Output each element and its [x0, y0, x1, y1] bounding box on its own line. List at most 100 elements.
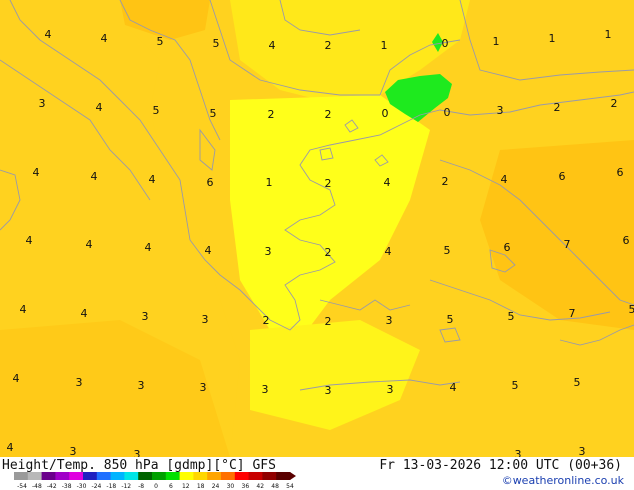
map-value-label: 3 [138, 379, 145, 392]
color-scale-swatch [41, 472, 56, 480]
map-value-label: 4 [86, 238, 93, 251]
map-value-label: 1 [605, 28, 612, 41]
map-value-label: 2 [442, 175, 449, 188]
color-scale-swatch [193, 472, 208, 480]
color-scale-swatch [207, 472, 222, 480]
map-value-label: 4 [205, 244, 212, 257]
map-value-label: 5 [210, 107, 217, 120]
map-value-label: 4 [145, 241, 152, 254]
map-value-label: 2 [268, 108, 275, 121]
map-value-label: 2 [325, 39, 332, 52]
map-value-label: 4 [96, 101, 103, 114]
map-canvas: 4 4 5 5 4 2 1 0 1 1 1 3 4 5 5 2 2 0 0 3 2 2 4 4 4 6 1 2 4 2 4 6 6 4 4 4 4 3 2 4… [0, 0, 634, 457]
map-value-label: 3 [39, 97, 46, 110]
color-scale-tick-label: 24 [212, 483, 220, 490]
map-value-label: 4 [13, 372, 20, 385]
color-scale-swatch [124, 472, 139, 480]
map-value-label: 2 [325, 315, 332, 328]
map-value-label: 4 [101, 32, 108, 45]
color-scale-tick-label: -12 [121, 483, 131, 490]
map-value-label: 5 [444, 244, 451, 257]
map-value-label: 4 [450, 381, 457, 394]
map-value-label: 0 [442, 37, 449, 50]
map-value-label: 4 [384, 176, 391, 189]
map-value-label: 5 [213, 37, 220, 50]
color-scale-tick-label: 30 [227, 483, 235, 490]
map-value-label: 3 [265, 245, 272, 258]
color-scale-swatch [276, 472, 291, 480]
color-scale-swatch [248, 472, 263, 480]
map-value-label: 3 [70, 445, 77, 457]
color-scale-swatch [83, 472, 98, 480]
color-scale-swatch [110, 472, 125, 480]
color-scale-tick-label: -18 [106, 483, 116, 490]
map-value-label: 2 [554, 101, 561, 114]
color-scale-tick-label: -54 [17, 483, 27, 490]
map-value-label: 3 [387, 383, 394, 396]
color-scale-tick-label: 12 [182, 483, 190, 490]
color-scale-swatch [27, 472, 42, 480]
map-value-label: 3 [386, 314, 393, 327]
color-scale-swatch [152, 472, 167, 480]
map-value-label: 4 [385, 245, 392, 258]
color-scale-tick-label: -42 [47, 483, 57, 490]
map-value-label: 4 [149, 173, 156, 186]
map-value-label: 6 [207, 176, 214, 189]
map-value-label: 3 [515, 448, 522, 457]
map-value-label: 5 [512, 379, 519, 392]
forecast-datetime: Fr 13-03-2026 12:00 UTC (00+36) [379, 458, 622, 473]
map-value-label: 4 [7, 441, 14, 454]
map-value-label: 0 [444, 106, 451, 119]
color-scale-swatch [55, 472, 70, 480]
color-scale-swatch [221, 472, 236, 480]
map-value-label: 1 [493, 35, 500, 48]
map-value-label: 6 [504, 241, 511, 254]
color-scale-tick-label: 48 [271, 483, 279, 490]
color-scale-tick-label: -48 [32, 483, 42, 490]
map-value-label: 5 [508, 310, 515, 323]
map-value-label: 3 [134, 448, 141, 457]
map-value-label: 3 [142, 310, 149, 323]
color-scale-swatch [138, 472, 153, 480]
map-value-label: 2 [325, 177, 332, 190]
color-scale-tick-label: 18 [197, 483, 205, 490]
map-value-label: 3 [202, 313, 209, 326]
map-value-label: 1 [549, 32, 556, 45]
map-value-label: 5 [157, 35, 164, 48]
map-value-label: 6 [559, 170, 566, 183]
color-scale-swatch [234, 472, 249, 480]
color-scale-ticks: -54 -48 -42 -38 -30 -24 -18 -12 -8 0 6 12 18 24 30 36 42… [17, 483, 294, 490]
map-value-label: 5 [447, 313, 454, 326]
map-value-label: 2 [325, 246, 332, 259]
color-scale-tick-label: 0 [154, 483, 158, 490]
color-scale: -54 -48 -42 -38 -30 -24 -18 -12 -8 0 6 12 18 24 30 36 42… [14, 472, 296, 490]
color-scale-tick-label: 36 [242, 483, 250, 490]
map-value-label: 1 [381, 39, 388, 52]
map-value-label: 4 [45, 28, 52, 41]
map-value-label: 5 [574, 376, 581, 389]
map-value-label: 4 [91, 170, 98, 183]
color-scale-tick-label: -30 [77, 483, 87, 490]
map-value-label: 3 [76, 376, 83, 389]
color-scale-tick-label: 42 [256, 483, 264, 490]
map-value-label: 2 [325, 108, 332, 121]
color-scale-bars [14, 472, 296, 480]
map-value-label: 3 [579, 445, 586, 457]
map-value-label: 4 [26, 234, 33, 247]
chart-title: Height/Temp. 850 hPa [gdmp][°C] GFS [2, 458, 276, 473]
map-value-label: 3 [262, 383, 269, 396]
map-value-label: 2 [263, 314, 270, 327]
map-value-label: 3 [497, 104, 504, 117]
color-scale-tick-label: 6 [169, 483, 173, 490]
temperature-map: 4 4 5 5 4 2 1 0 1 1 1 3 4 5 5 2 2 0 0 3 2 2 4 4 4 6 1 2 4 2 4 6 6 4 4 4 4 3 2 4… [0, 0, 634, 457]
map-value-label: 4 [20, 303, 27, 316]
color-scale-tick-label: 54 [286, 483, 294, 490]
color-scale-swatch [262, 472, 277, 480]
map-value-label: 4 [269, 39, 276, 52]
map-value-label: 3 [200, 381, 207, 394]
color-scale-tick-label: -8 [138, 483, 144, 490]
color-scale-tick-label: -24 [92, 483, 102, 490]
color-scale-right-arrow [290, 472, 296, 480]
credit-link[interactable]: ©weatheronline.co.uk [502, 474, 624, 487]
map-value-label: 6 [623, 234, 630, 247]
